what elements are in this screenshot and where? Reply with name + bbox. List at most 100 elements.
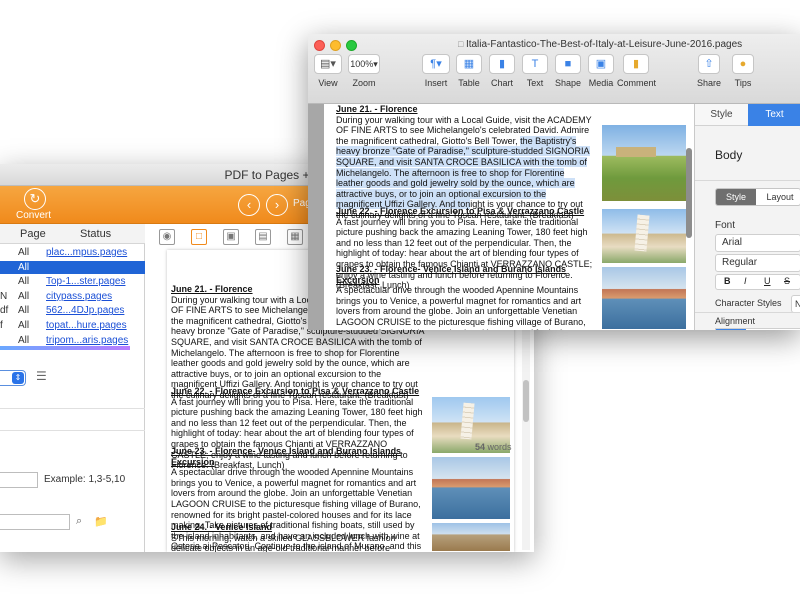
document-page[interactable]: June 21. - Florence During your walking …	[324, 104, 694, 330]
text-label: Text	[526, 78, 544, 88]
image-icon[interactable]: ▣	[223, 229, 239, 245]
file-row-mark: N	[0, 290, 8, 302]
column-status[interactable]: Status	[80, 228, 111, 240]
document-title: □ Italia-Fantastico-The-Best-of-Italy-at…	[458, 39, 758, 50]
paragraph-style-name[interactable]: Body	[715, 148, 742, 162]
file-row-page: All	[18, 247, 30, 258]
segment-layout[interactable]: Layout	[758, 189, 800, 205]
document-scrollbar[interactable]	[686, 148, 692, 238]
file-row[interactable]: N All citypass.pages	[0, 290, 145, 303]
pages-window: □ Italia-Fantastico-The-Best-of-Italy-at…	[308, 34, 800, 330]
tab-style[interactable]: Style	[695, 104, 748, 126]
style-layout-segmented: Style Layout	[715, 188, 800, 206]
file-row[interactable]: All plac...mpus.pages	[0, 246, 145, 259]
file-row-page: All	[18, 276, 30, 288]
chart-button[interactable]: ▮	[489, 54, 515, 74]
file-list-panel: Page Status All plac...mpus.pages All All To…	[0, 224, 145, 552]
eye-icon[interactable]: ◉	[159, 229, 175, 245]
table-icon[interactable]: ▦	[287, 229, 303, 245]
character-styles-label: Character Styles	[715, 298, 782, 308]
file-row-link[interactable]: Top-1...ster.pages	[46, 275, 126, 288]
range-example-text: Example: 1,3-5,10	[44, 474, 126, 485]
page-range-select[interactable]: ⇕	[0, 370, 26, 386]
file-row-link[interactable]: topat...hure.pages	[46, 319, 127, 332]
view-label: View	[318, 78, 338, 88]
settings-sliders-icon[interactable]: ☰	[36, 370, 52, 384]
align-left-button[interactable]	[716, 329, 746, 330]
tab-text[interactable]: Text	[748, 104, 800, 126]
document-icon: □	[458, 39, 466, 49]
chevron-updown-icon: ⇕	[12, 372, 24, 384]
zoom-select[interactable]: 100%▾	[348, 54, 380, 74]
file-row-link[interactable]: citypass.pages	[46, 290, 112, 303]
close-button[interactable]	[314, 40, 325, 51]
folder-icon[interactable]: 📁	[94, 515, 108, 528]
file-row-page: All	[18, 261, 30, 273]
towers-photo	[431, 522, 511, 552]
segment-style[interactable]: Style	[716, 189, 756, 205]
crop-icon[interactable]: □	[191, 229, 207, 245]
table-button[interactable]: ▦	[456, 54, 482, 74]
comment-label: Comment	[617, 78, 657, 88]
next-page-button[interactable]: ›	[266, 194, 288, 216]
character-styles-select[interactable]: N	[791, 295, 800, 313]
convert-label[interactable]: Convert	[16, 210, 51, 221]
pisa-tower-photo[interactable]	[601, 208, 687, 264]
font-family-select[interactable]: Arial	[715, 234, 800, 252]
share-button[interactable]: ⇧	[698, 54, 720, 74]
zoom-window-button[interactable]	[346, 40, 357, 51]
file-row-link[interactable]: 562...4DJp.pages	[46, 304, 124, 317]
page-range-input[interactable]	[0, 472, 38, 488]
search-folder-icon[interactable]: ⌕	[76, 515, 82, 528]
day-23-section[interactable]: June 23. - Florence- Venice Island and B…	[336, 264, 594, 330]
table-label: Table	[458, 78, 480, 88]
previous-page-button[interactable]: ‹	[238, 194, 260, 216]
italic-button[interactable]: I	[744, 276, 747, 286]
output-folder-input[interactable]	[0, 514, 70, 530]
file-row-link[interactable]: plac...mpus.pages	[46, 246, 127, 259]
column-page[interactable]: Page	[20, 228, 46, 240]
underline-button[interactable]: U	[764, 276, 771, 286]
day-21-section[interactable]: June 21. - Florence During your walking …	[336, 104, 594, 221]
file-row[interactable]: All tripom...aris.pages	[0, 334, 145, 347]
strikethrough-button[interactable]: S	[784, 276, 790, 286]
convert-icon[interactable]: ↻	[24, 188, 46, 210]
file-row-page: All	[18, 305, 30, 317]
font-weight-select[interactable]: Regular	[715, 254, 800, 272]
text-button[interactable]: T	[522, 54, 548, 74]
file-row-mark: f	[0, 320, 3, 331]
media-label: Media	[588, 78, 614, 88]
day-body: SThis morning, watch a skilled GLASSBLOW…	[171, 532, 396, 552]
tuscany-landscape-photo[interactable]	[601, 124, 687, 202]
tips-button[interactable]: ●	[732, 54, 754, 74]
file-row-link[interactable]: tripom...aris.pages	[46, 334, 128, 347]
minimize-button[interactable]	[330, 40, 341, 51]
file-row[interactable]: df All 562...4DJp.pages	[0, 304, 145, 317]
shape-label: Shape	[554, 78, 582, 88]
shape-button[interactable]: ■	[555, 54, 581, 74]
file-row-page: All	[18, 290, 30, 302]
page-icon[interactable]: ▤	[255, 229, 271, 245]
selected-text: the Baptistry's heavy bronze "Gate of Pa…	[336, 135, 590, 210]
file-row[interactable]: f All topat...hure.pages	[0, 319, 145, 332]
day-24-section: June 24. - Venice Island SThis morning, …	[171, 522, 427, 552]
document-canvas: June 21. - Florence During your walking …	[308, 104, 694, 330]
day-body: A spectacular drive through the wooded A…	[336, 285, 586, 330]
bold-button[interactable]: B	[724, 276, 731, 286]
word-count: 54 words	[475, 442, 512, 452]
zoom-label: Zoom	[352, 78, 376, 88]
scrollbar-thumb[interactable]	[523, 380, 529, 422]
venice-canal-photo[interactable]	[601, 266, 687, 330]
alignment-label: Alignment	[715, 316, 756, 326]
file-row[interactable]: All	[0, 260, 145, 274]
pages-titlebar: □ Italia-Fantastico-The-Best-of-Italy-at…	[308, 34, 800, 104]
media-button[interactable]: ▣	[588, 54, 614, 74]
divider	[0, 430, 145, 431]
inspector-tabs: Style Text	[695, 104, 800, 126]
file-row[interactable]: All Top-1...ster.pages	[0, 275, 145, 288]
alignment-controls	[715, 328, 800, 330]
view-button[interactable]: ▤▾	[314, 54, 342, 74]
comment-button[interactable]: ▮	[623, 54, 649, 74]
insert-button[interactable]: ¶▾	[422, 54, 450, 74]
venice-canal-photo	[431, 456, 511, 520]
